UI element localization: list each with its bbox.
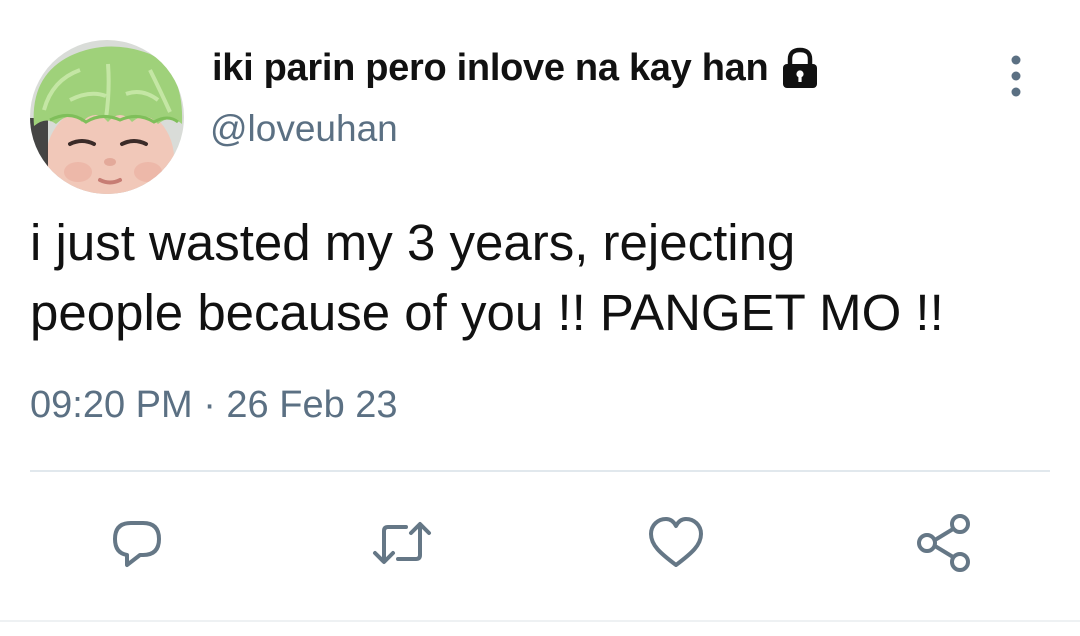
like-button[interactable] [641, 508, 711, 578]
bottom-divider [0, 620, 1080, 622]
tweet-text: i just wasted my 3 years, rejecting peop… [30, 214, 944, 341]
more-options-icon[interactable] [998, 52, 1034, 100]
baby-with-lettuce-avatar [30, 40, 184, 194]
tweet-card: iki parin pero inlove na kay han @loveuh… [0, 0, 1080, 636]
avatar[interactable] [30, 40, 184, 194]
reply-icon [113, 521, 161, 567]
tweet-timestamp[interactable]: 09:20 PM · 26 Feb 23 [30, 384, 398, 427]
retweet-button[interactable] [367, 508, 437, 578]
lock-icon [780, 47, 820, 89]
retweet-icon [373, 522, 431, 564]
user-name-row: iki parin pero inlove na kay han [212, 38, 820, 98]
reply-button[interactable] [102, 508, 172, 578]
share-button[interactable] [909, 508, 979, 578]
share-icon [917, 514, 970, 572]
like-icon [649, 517, 703, 567]
user-handle[interactable]: @loveuhan [210, 108, 398, 150]
divider [30, 470, 1050, 472]
display-name[interactable]: iki parin pero inlove na kay han [212, 47, 769, 90]
